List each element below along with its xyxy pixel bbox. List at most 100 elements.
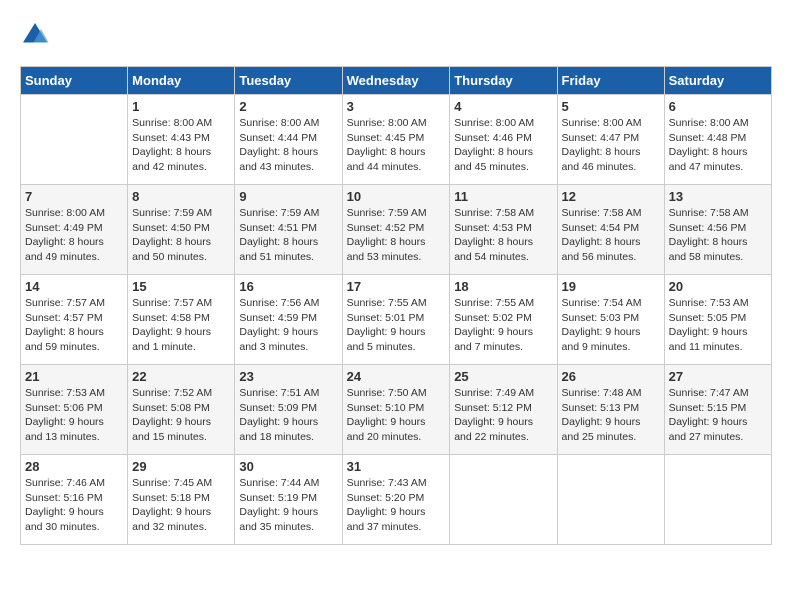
calendar-cell [450,455,557,545]
day-info: Sunrise: 7:48 AMSunset: 5:13 PMDaylight:… [562,386,660,445]
day-number: 30 [239,459,337,474]
day-number: 8 [132,189,230,204]
day-info: Sunrise: 8:00 AMSunset: 4:46 PMDaylight:… [454,116,552,175]
calendar-cell: 26 Sunrise: 7:48 AMSunset: 5:13 PMDaylig… [557,365,664,455]
calendar-cell: 29 Sunrise: 7:45 AMSunset: 5:18 PMDaylig… [128,455,235,545]
day-info: Sunrise: 7:45 AMSunset: 5:18 PMDaylight:… [132,476,230,535]
calendar-week-row: 7 Sunrise: 8:00 AMSunset: 4:49 PMDayligh… [21,185,772,275]
day-number: 29 [132,459,230,474]
day-info: Sunrise: 7:57 AMSunset: 4:58 PMDaylight:… [132,296,230,355]
weekday-header: Saturday [664,67,771,95]
day-number: 18 [454,279,552,294]
day-number: 25 [454,369,552,384]
day-number: 20 [669,279,767,294]
calendar-cell: 30 Sunrise: 7:44 AMSunset: 5:19 PMDaylig… [235,455,342,545]
calendar-cell [557,455,664,545]
day-number: 23 [239,369,337,384]
calendar-cell: 10 Sunrise: 7:59 AMSunset: 4:52 PMDaylig… [342,185,450,275]
calendar-cell: 12 Sunrise: 7:58 AMSunset: 4:54 PMDaylig… [557,185,664,275]
day-number: 10 [347,189,446,204]
logo [20,20,54,50]
day-number: 15 [132,279,230,294]
calendar-cell: 7 Sunrise: 8:00 AMSunset: 4:49 PMDayligh… [21,185,128,275]
day-info: Sunrise: 7:46 AMSunset: 5:16 PMDaylight:… [25,476,123,535]
calendar-cell: 20 Sunrise: 7:53 AMSunset: 5:05 PMDaylig… [664,275,771,365]
calendar-cell: 11 Sunrise: 7:58 AMSunset: 4:53 PMDaylig… [450,185,557,275]
day-info: Sunrise: 7:49 AMSunset: 5:12 PMDaylight:… [454,386,552,445]
day-info: Sunrise: 7:43 AMSunset: 5:20 PMDaylight:… [347,476,446,535]
day-number: 2 [239,99,337,114]
calendar-cell: 18 Sunrise: 7:55 AMSunset: 5:02 PMDaylig… [450,275,557,365]
day-info: Sunrise: 7:52 AMSunset: 5:08 PMDaylight:… [132,386,230,445]
calendar-cell: 2 Sunrise: 8:00 AMSunset: 4:44 PMDayligh… [235,95,342,185]
weekday-header-row: SundayMondayTuesdayWednesdayThursdayFrid… [21,67,772,95]
day-info: Sunrise: 7:57 AMSunset: 4:57 PMDaylight:… [25,296,123,355]
calendar-cell: 6 Sunrise: 8:00 AMSunset: 4:48 PMDayligh… [664,95,771,185]
day-number: 3 [347,99,446,114]
calendar-cell [21,95,128,185]
day-number: 12 [562,189,660,204]
day-number: 13 [669,189,767,204]
logo-icon [20,20,50,50]
day-number: 27 [669,369,767,384]
day-info: Sunrise: 8:00 AMSunset: 4:44 PMDaylight:… [239,116,337,175]
day-number: 17 [347,279,446,294]
day-info: Sunrise: 7:53 AMSunset: 5:06 PMDaylight:… [25,386,123,445]
day-info: Sunrise: 7:59 AMSunset: 4:50 PMDaylight:… [132,206,230,265]
calendar-cell: 5 Sunrise: 8:00 AMSunset: 4:47 PMDayligh… [557,95,664,185]
day-number: 5 [562,99,660,114]
day-info: Sunrise: 7:59 AMSunset: 4:52 PMDaylight:… [347,206,446,265]
day-info: Sunrise: 8:00 AMSunset: 4:45 PMDaylight:… [347,116,446,175]
calendar-cell: 8 Sunrise: 7:59 AMSunset: 4:50 PMDayligh… [128,185,235,275]
day-number: 9 [239,189,337,204]
day-info: Sunrise: 7:58 AMSunset: 4:53 PMDaylight:… [454,206,552,265]
calendar-week-row: 21 Sunrise: 7:53 AMSunset: 5:06 PMDaylig… [21,365,772,455]
day-info: Sunrise: 7:55 AMSunset: 5:02 PMDaylight:… [454,296,552,355]
page-header [20,20,772,50]
calendar-table: SundayMondayTuesdayWednesdayThursdayFrid… [20,66,772,545]
day-info: Sunrise: 7:58 AMSunset: 4:56 PMDaylight:… [669,206,767,265]
weekday-header: Monday [128,67,235,95]
calendar-cell: 31 Sunrise: 7:43 AMSunset: 5:20 PMDaylig… [342,455,450,545]
day-number: 7 [25,189,123,204]
calendar-cell: 14 Sunrise: 7:57 AMSunset: 4:57 PMDaylig… [21,275,128,365]
day-number: 24 [347,369,446,384]
calendar-cell: 3 Sunrise: 8:00 AMSunset: 4:45 PMDayligh… [342,95,450,185]
calendar-cell: 16 Sunrise: 7:56 AMSunset: 4:59 PMDaylig… [235,275,342,365]
day-number: 28 [25,459,123,474]
calendar-week-row: 28 Sunrise: 7:46 AMSunset: 5:16 PMDaylig… [21,455,772,545]
weekday-header: Friday [557,67,664,95]
day-info: Sunrise: 8:00 AMSunset: 4:49 PMDaylight:… [25,206,123,265]
calendar-cell: 22 Sunrise: 7:52 AMSunset: 5:08 PMDaylig… [128,365,235,455]
weekday-header: Tuesday [235,67,342,95]
day-info: Sunrise: 7:55 AMSunset: 5:01 PMDaylight:… [347,296,446,355]
day-info: Sunrise: 7:50 AMSunset: 5:10 PMDaylight:… [347,386,446,445]
calendar-cell: 25 Sunrise: 7:49 AMSunset: 5:12 PMDaylig… [450,365,557,455]
calendar-cell: 1 Sunrise: 8:00 AMSunset: 4:43 PMDayligh… [128,95,235,185]
day-info: Sunrise: 7:44 AMSunset: 5:19 PMDaylight:… [239,476,337,535]
day-info: Sunrise: 7:54 AMSunset: 5:03 PMDaylight:… [562,296,660,355]
day-info: Sunrise: 8:00 AMSunset: 4:47 PMDaylight:… [562,116,660,175]
day-info: Sunrise: 7:58 AMSunset: 4:54 PMDaylight:… [562,206,660,265]
calendar-cell: 9 Sunrise: 7:59 AMSunset: 4:51 PMDayligh… [235,185,342,275]
calendar-cell: 13 Sunrise: 7:58 AMSunset: 4:56 PMDaylig… [664,185,771,275]
day-number: 4 [454,99,552,114]
calendar-week-row: 14 Sunrise: 7:57 AMSunset: 4:57 PMDaylig… [21,275,772,365]
day-info: Sunrise: 8:00 AMSunset: 4:48 PMDaylight:… [669,116,767,175]
day-info: Sunrise: 8:00 AMSunset: 4:43 PMDaylight:… [132,116,230,175]
day-number: 31 [347,459,446,474]
calendar-cell: 4 Sunrise: 8:00 AMSunset: 4:46 PMDayligh… [450,95,557,185]
day-number: 6 [669,99,767,114]
calendar-week-row: 1 Sunrise: 8:00 AMSunset: 4:43 PMDayligh… [21,95,772,185]
day-number: 19 [562,279,660,294]
day-number: 21 [25,369,123,384]
day-number: 16 [239,279,337,294]
calendar-cell: 21 Sunrise: 7:53 AMSunset: 5:06 PMDaylig… [21,365,128,455]
calendar-cell: 28 Sunrise: 7:46 AMSunset: 5:16 PMDaylig… [21,455,128,545]
weekday-header: Wednesday [342,67,450,95]
calendar-cell: 24 Sunrise: 7:50 AMSunset: 5:10 PMDaylig… [342,365,450,455]
calendar-cell: 27 Sunrise: 7:47 AMSunset: 5:15 PMDaylig… [664,365,771,455]
day-number: 14 [25,279,123,294]
day-info: Sunrise: 7:53 AMSunset: 5:05 PMDaylight:… [669,296,767,355]
calendar-cell: 15 Sunrise: 7:57 AMSunset: 4:58 PMDaylig… [128,275,235,365]
